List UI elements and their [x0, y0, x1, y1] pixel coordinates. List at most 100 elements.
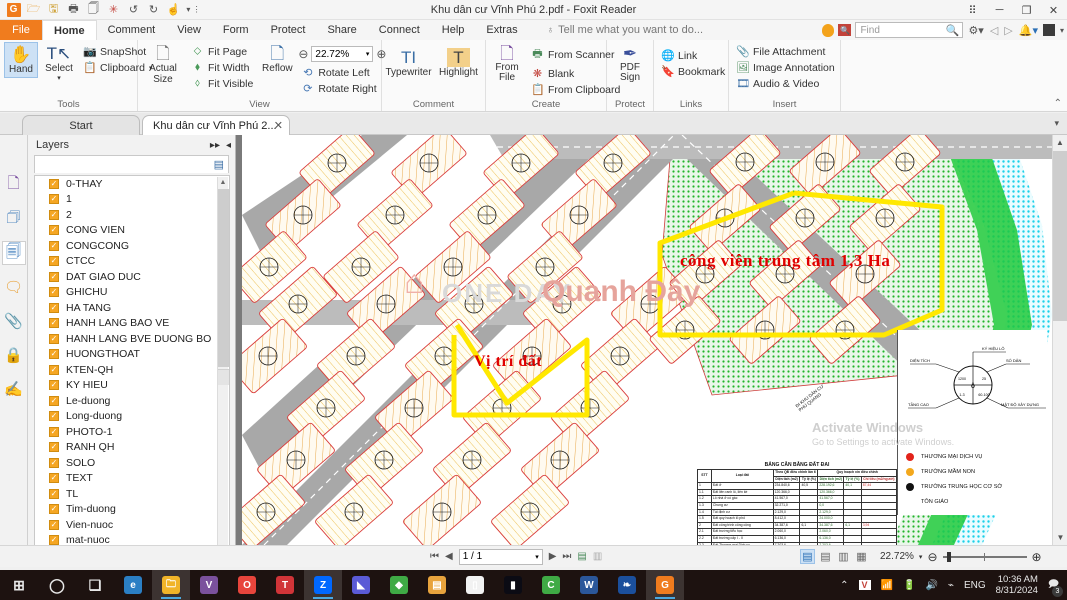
layer-row[interactable]: ✓ TEXT [35, 471, 229, 487]
ocr-icon[interactable]: 🔍 [838, 24, 852, 36]
layers-scroll-thumb[interactable] [218, 189, 229, 367]
expand-panel-icon[interactable]: ▸▸ [210, 140, 220, 151]
print-icon[interactable]: 🖶 [64, 1, 83, 19]
layer-checkbox[interactable]: ✓ [49, 225, 59, 236]
layer-row[interactable]: ✓ TL [35, 486, 229, 502]
scroll-down-icon[interactable]: ▼ [1053, 530, 1067, 545]
layer-checkbox[interactable]: ✓ [49, 395, 59, 406]
layer-checkbox[interactable]: ✓ [49, 178, 59, 189]
layers-scrollbar[interactable]: ▲ ▼ [217, 177, 229, 552]
bluetooth-icon[interactable]: ⌁ [948, 580, 954, 591]
layer-row[interactable]: ✓ DAT GIAO DUC [35, 269, 229, 285]
page-number-input[interactable]: 1 / 1 ▾ [458, 548, 543, 565]
foxit-reader[interactable]: G [646, 570, 684, 600]
layers-list[interactable]: ✓ 0-THAY ✓ 1 ✓ 2 ✓ CONG VIEN ✓ CONGCONG ✓ CTCC ✓ DAT … [34, 175, 230, 553]
butterfly-app[interactable]: ❧ [608, 570, 646, 600]
layer-row[interactable]: ✓ Vien-nuoc [35, 517, 229, 533]
actual-size-button[interactable]: 🗋 Actual Size [142, 42, 184, 87]
tab-document[interactable]: Khu dân cư Vĩnh Phú 2... ✕ [142, 115, 290, 135]
rotate-left-button[interactable]: ⟲ Rotate Left [298, 65, 386, 80]
sidebar-page-thumbnails-icon[interactable]: 🗋 [2, 173, 26, 197]
chevron-down-icon[interactable]: ▾ [1054, 118, 1059, 129]
close-icon[interactable]: ✕ [274, 119, 283, 132]
fit-visible-button[interactable]: ⬨ Fit Visible [188, 76, 256, 91]
tab-help[interactable]: Help [431, 20, 476, 40]
layer-checkbox[interactable]: ✓ [49, 488, 59, 499]
layer-checkbox[interactable]: ✓ [49, 519, 59, 530]
volume-icon[interactable]: 🔊 [925, 580, 937, 591]
minimize-button[interactable]: ─ [986, 0, 1013, 20]
clock[interactable]: 10:36 AM 8/31/2024 [996, 574, 1038, 596]
scroll-up-icon[interactable]: ▲ [218, 177, 228, 188]
tab-connect[interactable]: Connect [368, 20, 431, 40]
zoom-status-caret-icon[interactable]: ▾ [919, 553, 923, 561]
touch-mode-icon[interactable]: ☝ [164, 1, 183, 19]
first-page-button[interactable]: ⏮ [430, 551, 439, 562]
layer-options-icon[interactable]: ▤ [214, 158, 224, 171]
layer-row[interactable]: ✓ PHOTO-1 [35, 424, 229, 440]
document-view[interactable]: ⌂ ONE DAY Quanh Đây công viên trung tâm … [236, 135, 1067, 545]
layer-row[interactable]: ✓ HANH LANG BAO VE [35, 316, 229, 332]
hand-tool-button[interactable]: ✋ Hand [4, 42, 38, 78]
battery-icon[interactable]: 🔋 [903, 580, 915, 591]
layer-checkbox[interactable]: ✓ [49, 426, 59, 437]
word[interactable]: W [570, 570, 608, 600]
image-annotation-button[interactable]: 🖼 Image Annotation [733, 60, 838, 75]
notepad-doc[interactable]: ▤ [418, 570, 456, 600]
layer-row[interactable]: ✓ Long-duong [35, 409, 229, 425]
split-view-icon[interactable]: ▤ [577, 551, 586, 562]
start-button[interactable]: ⊞ [0, 570, 38, 600]
layer-checkbox[interactable]: ✓ [49, 473, 59, 484]
typewriter-button[interactable]: TI Typewriter [385, 46, 431, 80]
layer-row[interactable]: ✓ Tim-duong [35, 502, 229, 518]
layer-row[interactable]: ✓ KTEN-QH [35, 362, 229, 378]
open-icon[interactable]: 🗁 [24, 1, 43, 19]
notification-center-icon[interactable]: 🗩 3 [1048, 577, 1063, 597]
zoom-out-button[interactable]: ⊖ [927, 550, 937, 564]
highlight-button[interactable]: T Highlight [436, 46, 482, 80]
app-green[interactable]: ◆ [380, 570, 418, 600]
facing-icon[interactable]: ▥ [836, 549, 851, 564]
coccoc-browser[interactable]: C [532, 570, 570, 600]
settings-gear-icon[interactable]: ⚙▾ [967, 24, 984, 37]
tab-extras[interactable]: Extras [475, 20, 528, 40]
chrome[interactable]: O [228, 570, 266, 600]
from-file-button[interactable]: 🗋 From File [490, 42, 524, 85]
sidebar-signatures-icon[interactable]: ✍ [2, 377, 26, 401]
layer-checkbox[interactable]: ✓ [49, 209, 59, 220]
layer-checkbox[interactable]: ✓ [49, 457, 59, 468]
layer-row[interactable]: ✓ CTCC [35, 254, 229, 270]
document-scroll-thumb[interactable] [1053, 151, 1067, 321]
sidebar-comments-icon[interactable]: 🗨 [2, 275, 26, 299]
wifi-icon[interactable]: 📶 [881, 580, 893, 591]
ribbon-collapse-button[interactable]: ⌃ [1054, 98, 1062, 109]
collapse-panel-icon[interactable]: ◂ [226, 140, 231, 151]
bell-icon[interactable]: 🔔▾ [1018, 24, 1039, 37]
pdf-page[interactable]: ⌂ ONE DAY Quanh Đây công viên trung tâm … [242, 135, 1052, 545]
highlight-oval-icon[interactable] [822, 23, 835, 37]
layer-checkbox[interactable]: ✓ [49, 411, 59, 422]
bluezone[interactable]: ◣ [342, 570, 380, 600]
next-page-button[interactable]: ▶ [549, 551, 557, 562]
reflow-button[interactable]: 🗋 Reflow [260, 42, 294, 76]
fit-width-button[interactable]: ⬧ Fit Width [188, 60, 256, 75]
prev-arrow-icon[interactable]: ◁ [989, 24, 999, 37]
task-view[interactable]: ❏ [76, 570, 114, 600]
select-caret-icon[interactable]: ▾ [57, 74, 61, 82]
tab-share[interactable]: Share [316, 20, 367, 40]
file-explorer[interactable]: 🗀 [152, 570, 190, 600]
audio-video-button[interactable]: 🎞 Audio & Video [733, 76, 838, 91]
layer-checkbox[interactable]: ✓ [49, 256, 59, 267]
new-icon[interactable]: ✳ [104, 1, 123, 19]
unikey-tray-icon[interactable]: V [858, 580, 871, 590]
layer-checkbox[interactable]: ✓ [49, 504, 59, 515]
layer-row[interactable]: ✓ CONGCONG [35, 238, 229, 254]
restore-button[interactable]: ❐ [1013, 0, 1040, 20]
close-button[interactable]: ✕ [1040, 0, 1067, 20]
scroll-up-icon[interactable]: ▲ [1053, 135, 1067, 150]
account-icon[interactable] [1042, 24, 1055, 36]
tray-expand-icon[interactable]: ⌃ [840, 580, 848, 591]
layer-checkbox[interactable]: ✓ [49, 194, 59, 205]
layer-checkbox[interactable]: ✓ [49, 349, 59, 360]
unikey[interactable]: T [266, 570, 304, 600]
